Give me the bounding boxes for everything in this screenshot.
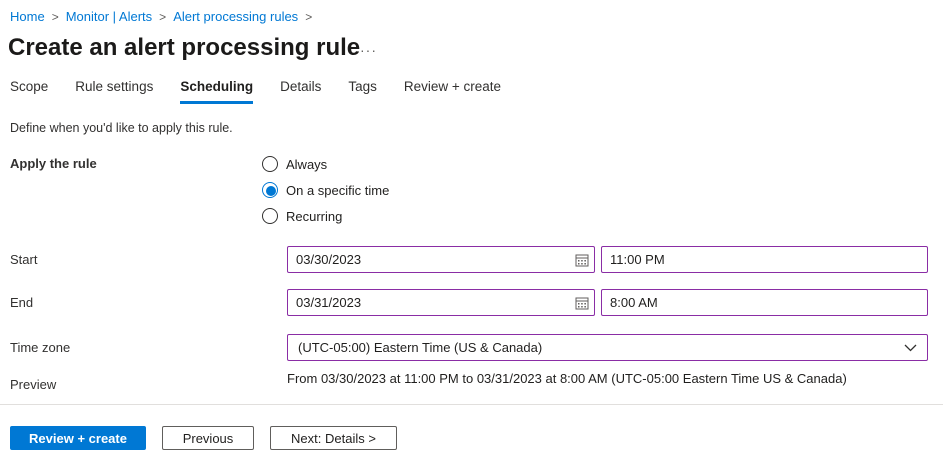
breadcrumb-home[interactable]: Home — [10, 9, 45, 24]
previous-button[interactable]: Previous — [162, 426, 254, 450]
timezone-selected-value: (UTC-05:00) Eastern Time (US & Canada) — [298, 340, 904, 355]
radio-recurring-label: Recurring — [286, 209, 342, 224]
calendar-icon[interactable] — [570, 247, 594, 272]
tab-details[interactable]: Details — [280, 79, 321, 104]
preview-value: From 03/30/2023 at 11:00 PM to 03/31/202… — [287, 371, 847, 386]
create-alert-processing-rule-page: Home > Monitor | Alerts > Alert processi… — [0, 0, 943, 456]
tab-scheduling[interactable]: Scheduling — [180, 79, 253, 104]
end-time-input[interactable] — [601, 289, 928, 316]
radio-always-label: Always — [286, 157, 327, 172]
radio-selected-icon — [262, 182, 278, 198]
start-date-field — [287, 246, 595, 273]
footer-divider — [0, 404, 943, 405]
radio-unselected-icon — [262, 156, 278, 172]
radio-always[interactable]: Always — [262, 151, 389, 177]
radio-on-a-specific-time-label: On a specific time — [286, 183, 389, 198]
page-title: Create an alert processing rule — [8, 34, 360, 62]
apply-rule-radio-group: Always On a specific time Recurring — [262, 151, 389, 229]
tab-tags[interactable]: Tags — [348, 79, 377, 104]
scheduling-description: Define when you'd like to apply this rul… — [10, 121, 233, 135]
more-options-icon[interactable]: ··· — [360, 42, 377, 58]
breadcrumb-monitor-alerts[interactable]: Monitor | Alerts — [66, 9, 152, 24]
tab-rule-settings[interactable]: Rule settings — [75, 79, 153, 104]
start-time-input[interactable] — [601, 246, 928, 273]
next-details-button[interactable]: Next: Details > — [270, 426, 397, 450]
tab-bar: Scope Rule settings Scheduling Details T… — [10, 79, 528, 104]
breadcrumb: Home > Monitor | Alerts > Alert processi… — [10, 9, 319, 24]
radio-recurring[interactable]: Recurring — [262, 203, 389, 229]
tab-review-create[interactable]: Review + create — [404, 79, 501, 104]
preview-label: Preview — [10, 377, 56, 392]
review-create-button[interactable]: Review + create — [10, 426, 146, 450]
timezone-select[interactable]: (UTC-05:00) Eastern Time (US & Canada) — [287, 334, 928, 361]
time-zone-label: Time zone — [10, 340, 70, 355]
end-label: End — [10, 295, 33, 310]
chevron-down-icon — [904, 344, 917, 352]
breadcrumb-separator-icon: > — [52, 10, 59, 24]
breadcrumb-separator-icon: > — [159, 10, 166, 24]
start-date-input[interactable] — [288, 252, 570, 267]
end-date-field — [287, 289, 595, 316]
tab-scope[interactable]: Scope — [10, 79, 48, 104]
end-date-input[interactable] — [288, 295, 570, 310]
apply-the-rule-label: Apply the rule — [10, 156, 97, 171]
calendar-icon[interactable] — [570, 290, 594, 315]
start-label: Start — [10, 252, 37, 267]
breadcrumb-separator-icon: > — [305, 10, 312, 24]
breadcrumb-alert-processing-rules[interactable]: Alert processing rules — [173, 9, 298, 24]
radio-on-a-specific-time[interactable]: On a specific time — [262, 177, 389, 203]
radio-unselected-icon — [262, 208, 278, 224]
